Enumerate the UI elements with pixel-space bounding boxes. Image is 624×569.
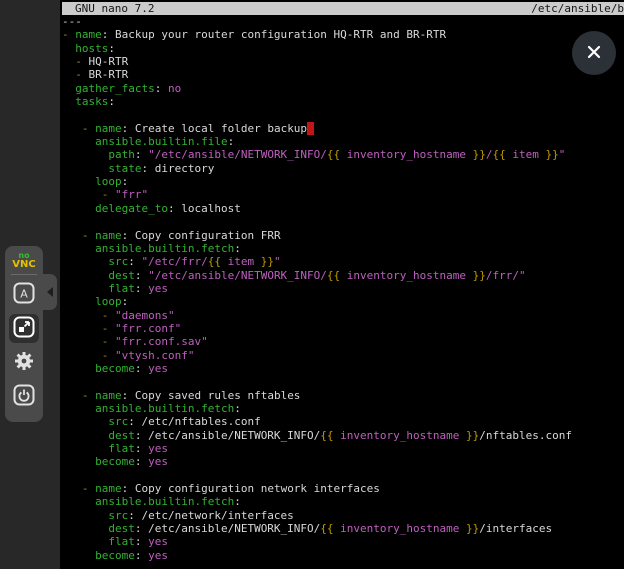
code-line: ---	[62, 15, 624, 28]
code-line: delegate_to: localhost	[62, 202, 624, 215]
code-line: tasks:	[62, 95, 624, 108]
novnc-page: no VNC A	[0, 0, 624, 569]
fullscreen-icon	[12, 315, 36, 342]
code-line: ansible.builtin.fetch:	[62, 402, 624, 415]
code-line: - name: Copy configuration network inter…	[62, 482, 624, 495]
code-line	[62, 215, 624, 228]
code-line: src: /etc/nftables.conf	[62, 415, 624, 428]
code-line: src: "/etc/frr/{{ item }}"	[62, 255, 624, 268]
code-line: - "frr.conf"	[62, 322, 624, 335]
code-line: - name: Backup your router configuration…	[62, 28, 624, 41]
code-line: become: yes	[62, 455, 624, 468]
code-line	[62, 375, 624, 388]
code-line: - "vtysh.conf"	[62, 349, 624, 362]
logo-divider	[11, 274, 37, 275]
code-line: gather_facts: no	[62, 82, 624, 95]
nano-filepath-label: /etc/ansible/b	[531, 2, 624, 15]
power-icon	[12, 383, 36, 410]
code-line: ansible.builtin.fetch:	[62, 495, 624, 508]
code-line: dest: /etc/ansible/NETWORK_INFO/{{ inven…	[62, 429, 624, 442]
settings-button[interactable]	[9, 348, 39, 377]
nano-version-label: GNU nano 7.2	[75, 2, 154, 15]
code-line: - HQ-RTR	[62, 55, 624, 68]
code-line: dest: /etc/ansible/NETWORK_INFO/{{ inven…	[62, 522, 624, 535]
code-line	[62, 108, 624, 121]
code-line: - "frr.conf.sav"	[62, 335, 624, 348]
code-line: flat: yes	[62, 442, 624, 455]
code-line: - name: Create local folder backup	[62, 122, 624, 135]
svg-text:A: A	[20, 288, 28, 301]
code-line: - "frr"	[62, 188, 624, 201]
code-line: flat: yes	[62, 282, 624, 295]
code-line: ansible.builtin.file:	[62, 135, 624, 148]
terminal-content[interactable]: ---- name: Backup your router configurat…	[62, 15, 624, 569]
text-cursor	[307, 122, 314, 135]
novnc-control-bar: no VNC A	[5, 246, 43, 422]
code-line: state: directory	[62, 162, 624, 175]
code-line: flat: yes	[62, 535, 624, 548]
code-line: dest: "/etc/ansible/NETWORK_INFO/{{ inve…	[62, 269, 624, 282]
code-line: loop:	[62, 295, 624, 308]
gear-icon	[12, 349, 36, 376]
control-bar-handle[interactable]	[43, 274, 57, 310]
code-line: - "daemons"	[62, 309, 624, 322]
keyboard-icon: A	[12, 281, 36, 308]
code-line: hosts:	[62, 42, 624, 55]
code-line: - name: Copy configuration FRR	[62, 229, 624, 242]
nano-titlebar: GNU nano 7.2 /etc/ansible/b	[62, 2, 624, 15]
close-icon	[585, 43, 603, 64]
collapse-arrow-icon	[47, 287, 53, 297]
logo-text-vnc: VNC	[12, 260, 35, 269]
code-line: src: /etc/network/interfaces	[62, 509, 624, 522]
code-line: become: yes	[62, 362, 624, 375]
novnc-logo: no VNC	[12, 251, 35, 269]
code-line: loop:	[62, 175, 624, 188]
code-line: - BR-RTR	[62, 68, 624, 81]
keyboard-button[interactable]: A	[9, 280, 39, 309]
code-line: path: "/etc/ansible/NETWORK_INFO/{{ inve…	[62, 148, 624, 161]
power-button[interactable]	[9, 382, 39, 411]
close-button[interactable]	[572, 31, 616, 75]
code-line: ansible.builtin.fetch:	[62, 242, 624, 255]
code-line: - name: Copy saved rules nftables	[62, 389, 624, 402]
code-line	[62, 469, 624, 482]
code-line: become: yes	[62, 549, 624, 562]
terminal-window: GNU nano 7.2 /etc/ansible/b ---- name: B…	[60, 0, 624, 569]
fullscreen-button[interactable]	[9, 314, 39, 343]
